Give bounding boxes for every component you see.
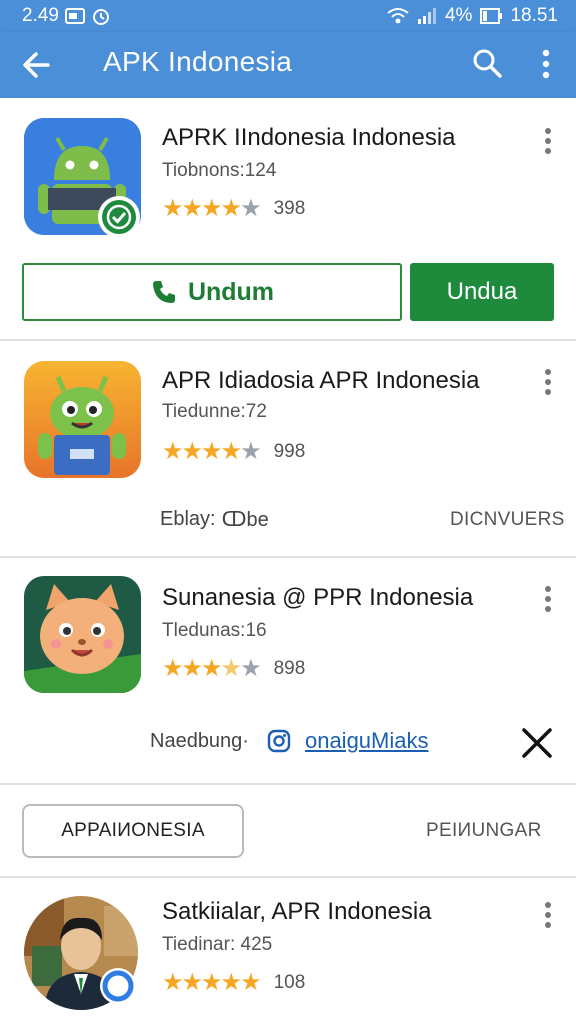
app-name: APRK IIndonesia Indonesia [162,124,456,151]
back-arrow-icon[interactable] [18,46,58,84]
card-menu-icon[interactable] [538,128,558,160]
app-subtitle: Tiobnons:124 [162,160,277,181]
rating-count: 108 [273,971,306,993]
status-clock: 18.51 [510,5,558,26]
instagram-icon [267,729,291,753]
rating-count: 398 [273,197,306,219]
battery-icon [480,8,503,24]
undum-button[interactable]: Undum [22,263,402,321]
app-card-2[interactable]: APR Idiadosia APR Indonesia Tiedunne:72 … [0,341,576,558]
app-name: Satkiialar, APR Indonesia [162,898,432,925]
close-icon[interactable] [520,726,554,760]
section-link[interactable]: PEIИUNGAR [426,820,542,842]
rating-stars: ★★★★★ [162,195,262,222]
green-alien-icon [24,361,141,478]
phone-icon [152,281,175,303]
status-time: 2.49 [22,5,59,26]
rating-count: 998 [273,440,306,462]
app-subtitle: Tledunas:16 [162,620,267,641]
meta-value: ↀbe [221,509,269,531]
battery-percent: 4% [444,5,473,26]
app-subtitle: Tiedunne:72 [162,401,267,422]
section-row: APPAIИONESIA PEIИUNGAR [0,785,576,878]
app-bar: APK Indonesia [0,32,576,98]
overflow-menu-icon[interactable] [535,48,557,82]
discover-link[interactable]: DICNVUERS [450,509,565,531]
undua-button-label: Undua [446,278,518,305]
category-chip[interactable]: APPAIИONESIA [22,804,244,858]
verified-badge-icon [98,196,140,238]
app-rating: ★★★★★ 998 [162,437,305,466]
app-rating: ★★★★★ 398 [162,194,305,223]
alarm-icon [92,9,109,25]
app-card-3[interactable]: Sunanesia @ PPR Indonesia Tledunas:16 ★★… [0,558,576,785]
app-subtitle: Tiedinar: 425 [162,934,273,955]
wifi-icon [387,8,409,24]
rating-stars: ★★★★★ [162,655,262,682]
app-rating: ★★★★★ 108 [162,968,305,997]
profile-link[interactable]: onaiguMiaks [305,728,429,754]
rating-stars: ★★★★★ [162,438,262,465]
page-title: APK Indonesia [103,46,293,77]
cartoon-cat-icon [24,576,141,693]
undum-button-label: Undum [187,277,275,306]
status-bar: 2.49 4% 18.51 [0,0,576,32]
app-name: APR Idiadosia APR Indonesia [162,367,480,394]
meta-label: Eblay: [160,508,216,530]
card-menu-icon[interactable] [538,902,558,934]
app-rating: ★★★★★ 898 [162,654,305,683]
undua-button[interactable]: Undua [410,263,554,321]
app-name: Sunanesia @ PPR Indonesia [162,584,474,611]
signal-icon [417,8,436,24]
rating-count: 898 [273,657,306,679]
rating-stars: ★★★★★ [162,969,262,996]
card-meta: Eblay: ↀbe [160,507,269,532]
status-ring-icon [100,968,136,1004]
image-notification-icon [64,8,85,24]
meta-label: Naedbung· [150,729,249,752]
card-menu-icon[interactable] [538,586,558,618]
card-menu-icon[interactable] [538,369,558,401]
app-card-4[interactable]: Satkiialar, APR Indonesia Tiedinar: 425 … [0,878,576,1024]
card-meta: Naedbung· onaiguMiaks [150,728,428,754]
app-card-1[interactable]: APRK IIndonesia Indonesia Tiobnons:124 ★… [0,98,576,341]
search-icon[interactable] [470,46,504,82]
